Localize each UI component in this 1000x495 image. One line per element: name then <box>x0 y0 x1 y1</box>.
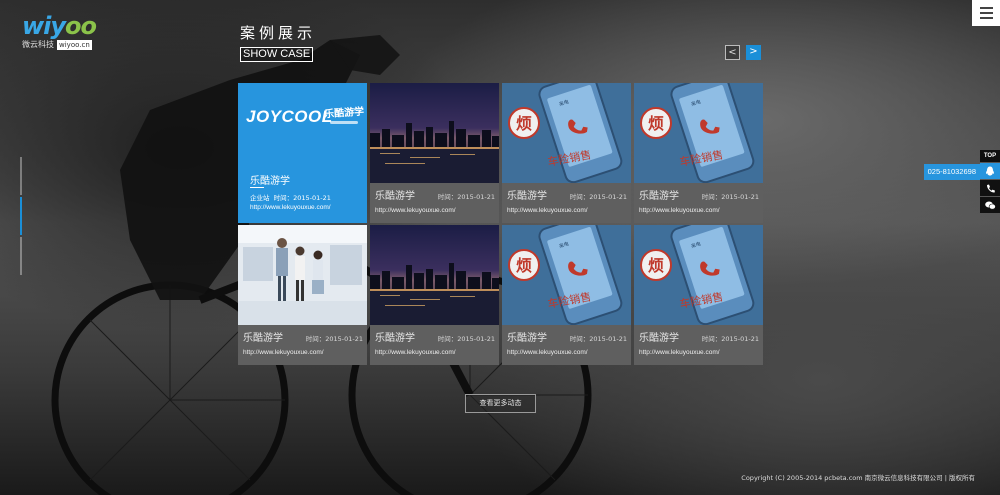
logo-swoosh <box>330 121 358 124</box>
svg-text:烦: 烦 <box>648 256 664 275</box>
case-url[interactable]: http://www.lekuyouxue.com/ <box>243 349 363 356</box>
section-title-en: SHOW CASE <box>240 47 314 62</box>
case-info: 乐酷游学 时间：2015-01-21 http://www.lekuyouxue… <box>370 325 499 365</box>
page-indicator-item[interactable] <box>20 157 22 195</box>
case-thumbnail <box>370 83 499 183</box>
case-time: 时间：2015-01-21 <box>305 335 363 343</box>
footer-copyright: Copyright (C) 2005-2014 pcbeta.com 南京微云信… <box>741 474 975 482</box>
phone-ad-illustration: 来电 烦 车险销售 <box>634 83 763 184</box>
case-thumbnail <box>370 225 499 325</box>
case-info: 乐酷游学 时间：2015-01-21 http://www.lekuyouxue… <box>502 183 631 223</box>
case-time: 时间：2015-01-21 <box>437 335 495 343</box>
case-info: 乐酷游学 时间：2015-01-21 http://www.lekuyouxue… <box>502 325 631 365</box>
logo-company-name: 微云科技 <box>22 40 54 49</box>
qq-icon[interactable] <box>980 163 1000 179</box>
case-name: 乐酷游学 <box>639 191 679 202</box>
case-thumbnail: 来电 烦 车险销售 <box>634 225 763 326</box>
page-indicator-item[interactable] <box>20 237 22 275</box>
case-time: 时间：2015-01-21 <box>701 193 759 201</box>
case-url[interactable]: http://www.lekuyouxue.com/ <box>375 207 495 214</box>
case-name: 乐酷游学 <box>639 333 679 344</box>
case-grid: JOYCOOL 乐酷游学 乐酷游学 企业站 时间：2015-01-21 http… <box>238 83 763 365</box>
case-time: 时间：2015-01-21 <box>569 335 627 343</box>
case-info: 乐酷游学 时间：2015-01-21 http://www.lekuyouxue… <box>634 183 763 223</box>
case-card-6[interactable]: 乐酷游学 时间：2015-01-21 http://www.lekuyouxue… <box>370 225 499 365</box>
case-thumbnail: 来电 烦 车险销售 <box>502 225 631 326</box>
joycool-logo-cn: 乐酷游学 <box>323 106 365 121</box>
carousel-nav: < > <box>725 45 761 60</box>
case-name: 乐酷游学 <box>375 191 415 202</box>
case-time: 时间：2015-01-21 <box>569 193 627 201</box>
phone-ad-illustration: 来电 烦 车险销售 <box>634 225 763 326</box>
case-url[interactable]: http://www.lekuyouxue.com/ <box>507 349 627 356</box>
case-thumbnail <box>238 225 367 325</box>
phone-icon[interactable] <box>980 180 1000 196</box>
case-name: 乐酷游学 <box>507 191 547 202</box>
back-to-top-button[interactable]: TOP <box>980 150 1000 162</box>
site-logo[interactable]: wiyoo 微云科技 wiyoo.cn <box>22 12 97 50</box>
case-name: 乐酷游学 <box>507 333 547 344</box>
phone-number-tab[interactable]: 025-81032698 <box>923 164 980 180</box>
svg-text:烦: 烦 <box>516 114 532 133</box>
joycool-logo: JOYCOOL <box>246 107 333 126</box>
section-title-cn: 案例展示 <box>240 24 317 42</box>
phone-ad-illustration: 来电 烦 车险销售 <box>502 225 631 326</box>
case-info: 乐酷游学 时间：2015-01-21 http://www.lekuyouxue… <box>634 325 763 365</box>
city-night-illustration <box>370 83 499 183</box>
case-url[interactable]: http://www.lekuyouxue.com/ <box>639 207 759 214</box>
page-indicator-item-active[interactable] <box>20 197 22 235</box>
svg-text:烦: 烦 <box>516 256 532 275</box>
svg-text:烦: 烦 <box>648 114 664 133</box>
hamburger-menu-icon[interactable] <box>972 0 1000 26</box>
case-url[interactable]: http://www.lekuyouxue.com/ <box>639 349 759 356</box>
case-card-8[interactable]: 来电 烦 车险销售 乐酷游学 时间：2015-01-21 http://www.… <box>634 225 763 365</box>
case-card-featured[interactable]: JOYCOOL 乐酷游学 乐酷游学 企业站 时间：2015-01-21 http… <box>238 83 367 223</box>
prev-button[interactable]: < <box>725 45 740 60</box>
case-thumbnail: 来电 烦 车险销售 <box>634 83 763 184</box>
case-thumbnail: 来电 烦 车险销售 <box>502 83 631 184</box>
case-card-4[interactable]: 来电 烦 车险销售 乐酷游学 时间：2015-01-21 http://www.… <box>634 83 763 223</box>
section-heading: 案例展示 SHOW CASE <box>240 24 316 62</box>
case-url[interactable]: http://www.lekuyouxue.com/ <box>507 207 627 214</box>
case-card-7[interactable]: 来电 烦 车险销售 乐酷游学 时间：2015-01-21 http://www.… <box>502 225 631 365</box>
phone-ad-illustration: 来电 烦 车险销售 <box>502 83 631 184</box>
case-card-5[interactable]: 乐酷游学 时间：2015-01-21 http://www.lekuyouxue… <box>238 225 367 365</box>
case-info: 乐酷游学 时间：2015-01-21 http://www.lekuyouxue… <box>238 325 367 365</box>
office-people-illustration <box>238 225 367 325</box>
case-info: 乐酷游学 时间：2015-01-21 http://www.lekuyouxue… <box>370 183 499 223</box>
case-card-3[interactable]: 来电 烦 车险销售 乐酷游学 时间：2015-01-21 http://www.… <box>502 83 631 223</box>
logo-wordmark: wiyoo <box>22 12 97 40</box>
page-indicator <box>20 157 22 277</box>
case-name: 乐酷游学 <box>243 333 283 344</box>
city-night-illustration <box>370 225 499 325</box>
logo-domain: wiyoo.cn <box>57 40 92 50</box>
case-url[interactable]: http://www.lekuyouxue.com/ <box>375 349 495 356</box>
case-time: 时间：2015-01-21 <box>437 193 495 201</box>
case-name: 乐酷游学 <box>250 176 290 187</box>
case-card-2[interactable]: 乐酷游学 时间：2015-01-21 http://www.lekuyouxue… <box>370 83 499 223</box>
wechat-icon[interactable] <box>980 197 1000 213</box>
view-more-button[interactable]: 查看更多动态 <box>465 394 536 413</box>
divider <box>250 187 264 188</box>
right-toolbar: TOP <box>980 150 1000 214</box>
case-name: 乐酷游学 <box>375 333 415 344</box>
case-url[interactable]: http://www.lekuyouxue.com/ <box>250 204 331 211</box>
next-button[interactable]: > <box>746 45 761 60</box>
case-meta: 企业站 时间：2015-01-21 <box>250 194 331 202</box>
case-time: 时间：2015-01-21 <box>701 335 759 343</box>
